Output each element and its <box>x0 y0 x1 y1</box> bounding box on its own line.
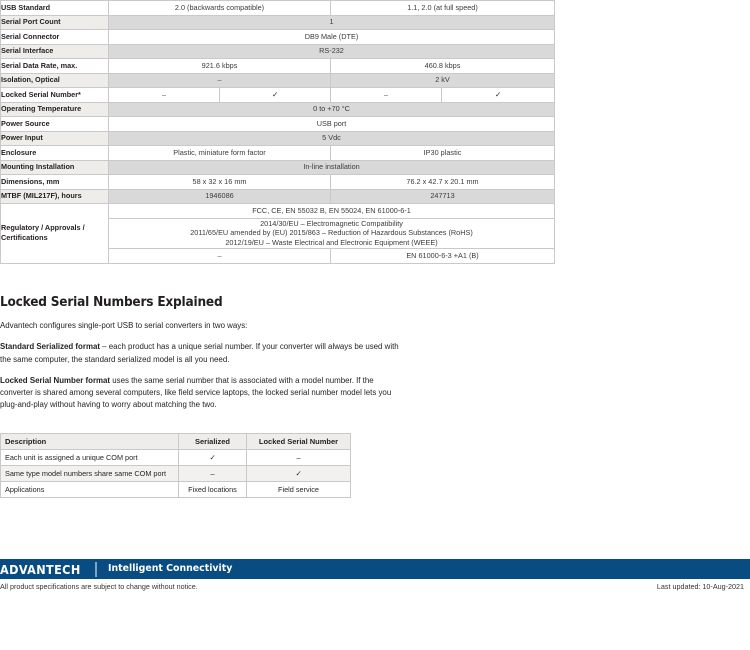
footer-divider <box>95 561 97 577</box>
comparison-description: Applications <box>0 481 179 498</box>
spec-value: 1.1, 2.0 (at full speed) <box>330 0 556 16</box>
regulatory-directive-line: 2014/30/EU – Electromagnetic Compatibili… <box>260 218 403 228</box>
table-row: Locked Serial Number* – ✓ – ✓ <box>0 87 556 103</box>
footer-tagline: Intelligent Connectivity <box>108 563 233 574</box>
spec-value: 2.0 (backwards compatible) <box>107 0 332 16</box>
spec-label: Enclosure <box>0 145 109 161</box>
spec-label: Isolation, Optical <box>0 72 109 88</box>
table-row: Same type model numbers share same COM p… <box>0 465 351 482</box>
table-row: Serial Port Count 1 <box>0 14 556 30</box>
comparison-locked-value: – <box>246 449 351 466</box>
advantech-logo: ADVANTECH <box>0 562 81 577</box>
regulatory-row-1: FCC, CE, EN 55032 B, EN 55024, EN 61000-… <box>107 203 556 219</box>
comparison-locked-value: ✓ <box>246 465 351 482</box>
regulatory-row-3-right: EN 61000-6-3 +A1 (B) <box>330 248 556 264</box>
column-header-locked-serial-number: Locked Serial Number <box>246 433 351 450</box>
regulatory-directive-line: 2011/65/EU amended by (EU) 2015/863 – Re… <box>190 228 473 238</box>
table-row: Serial Connector DB9 Male (DTE) <box>0 29 556 45</box>
spec-label: Power Source <box>0 116 109 132</box>
regulatory-label-line1: Regulatory / Approvals / <box>1 223 85 233</box>
table-row: Serial Data Rate, max. 921.6 kbps 460.8 kb… <box>0 58 556 74</box>
spec-label: Serial Data Rate, max. <box>0 58 109 74</box>
comparison-table-body: Each unit is assigned a unique COM port ✓… <box>0 449 351 498</box>
footer-disclaimer: All product specifications are subject t… <box>0 582 198 591</box>
table-row: Serial Interface RS-232 <box>0 43 556 59</box>
spec-label: USB Standard <box>0 0 109 16</box>
spec-value: 1946086 <box>107 188 332 204</box>
comparison-serialized-value: Fixed locations <box>178 481 247 498</box>
table-row: Power Input 5 Vdc <box>0 130 556 146</box>
spec-value: 2 kV <box>330 72 556 88</box>
table-row: MTBF (MIL217F), hours 1946086 247713 <box>0 188 556 204</box>
intro-paragraph: Advantech configures single-port USB to … <box>0 321 248 330</box>
table-row: USB Standard 2.0 (backwards compatible) 1.… <box>0 0 556 16</box>
spec-value: In-line installation <box>107 159 556 175</box>
spec-value: IP30 plastic <box>330 145 556 161</box>
table-row: Applications Fixed locations Field service <box>0 481 351 498</box>
comparison-header-row: Description Serialized Locked Serial Num… <box>0 433 351 450</box>
table-row: Mounting Installation In-line installatio… <box>0 159 556 175</box>
spec-value: USB port <box>107 116 556 132</box>
standard-serialized-paragraph: Standard Serialized format – each produc… <box>0 341 400 366</box>
spec-value: DB9 Male (DTE) <box>107 29 556 45</box>
comparison-description: Each unit is assigned a unique COM port <box>0 449 179 466</box>
spec-value: ✓ <box>218 87 332 103</box>
spec-value: 0 to +70 °C <box>107 101 556 117</box>
spec-value: – <box>330 87 443 103</box>
spec-label-regulatory: Regulatory / Approvals / Certifications <box>0 203 109 264</box>
spec-label: Mounting Installation <box>0 159 109 175</box>
specifications-table-body: USB Standard 2.0 (backwards compatible) 1.… <box>0 0 556 264</box>
spec-value: 247713 <box>330 188 556 204</box>
regulatory-row-2: 2014/30/EU – Electromagnetic Compatibili… <box>107 217 556 250</box>
page-title: Locked Serial Numbers Explained <box>0 294 223 310</box>
spec-value: RS-232 <box>107 43 556 59</box>
table-row: Dimensions, mm 58 x 32 x 16 mm 76.2 x 42.7… <box>0 174 556 190</box>
spec-value: Plastic, miniature form factor <box>107 145 332 161</box>
spec-label: Power Input <box>0 130 109 146</box>
standard-serialized-label: Standard Serialized format <box>0 342 100 352</box>
comparison-description: Same type model numbers share same COM p… <box>0 465 179 482</box>
comparison-table: Description Serialized Locked Serial Num… <box>0 433 351 498</box>
spec-label: Serial Port Count <box>0 14 109 30</box>
spec-label: MTBF (MIL217F), hours <box>0 188 109 204</box>
spec-value: 460.8 kbps <box>330 58 556 74</box>
comparison-serialized-value: ✓ <box>178 449 247 466</box>
column-header-serialized: Serialized <box>178 433 247 450</box>
spec-value: – <box>108 87 220 103</box>
spec-label: Serial Interface <box>0 43 109 59</box>
regulatory-row-3-left: – <box>107 248 332 264</box>
comparison-table-head: Description Serialized Locked Serial Num… <box>0 433 351 450</box>
spec-label: Serial Connector <box>0 29 109 45</box>
explanation-text: Advantech configures single-port USB to … <box>0 320 400 412</box>
regulatory-label-line2: Certifications <box>1 233 48 243</box>
spec-label: Locked Serial Number* <box>0 87 109 103</box>
locked-serial-label: Locked Serial Number format <box>0 375 111 385</box>
spec-value: 5 Vdc <box>107 130 556 146</box>
spec-value: – <box>107 72 332 88</box>
comparison-locked-value: Field service <box>246 481 351 498</box>
table-row: Enclosure Plastic, miniature form factor I… <box>0 145 556 161</box>
comparison-serialized-value: – <box>178 465 247 482</box>
spec-value: ✓ <box>441 87 556 103</box>
spec-label: Dimensions, mm <box>0 174 109 190</box>
table-row: Isolation, Optical –2 kV <box>0 72 556 88</box>
spec-label: Operating Temperature <box>0 101 109 117</box>
spec-value: 1 <box>107 14 556 30</box>
regulatory-directive-line: 2012/19/EU – Waste Electrical and Electr… <box>225 238 438 248</box>
table-row: Each unit is assigned a unique COM port ✓… <box>0 449 351 466</box>
spec-value: 76.2 x 42.7 x 20.1 mm <box>330 174 556 190</box>
footer-last-updated: Last updated: 10-Aug-2021 <box>656 582 744 591</box>
locked-serial-paragraph: Locked Serial Number format uses the sam… <box>0 375 400 412</box>
table-row: Operating Temperature 0 to +70 °C <box>0 101 556 117</box>
table-row: Regulatory / Approvals / Certifications FC… <box>0 203 556 264</box>
spec-value: 58 x 32 x 16 mm <box>107 174 332 190</box>
column-header-description: Description <box>0 433 179 450</box>
table-row: Power Source USB port <box>0 116 556 132</box>
specifications-table: USB Standard 2.0 (backwards compatible) 1.… <box>0 0 556 264</box>
spec-value: 921.6 kbps <box>107 58 332 74</box>
